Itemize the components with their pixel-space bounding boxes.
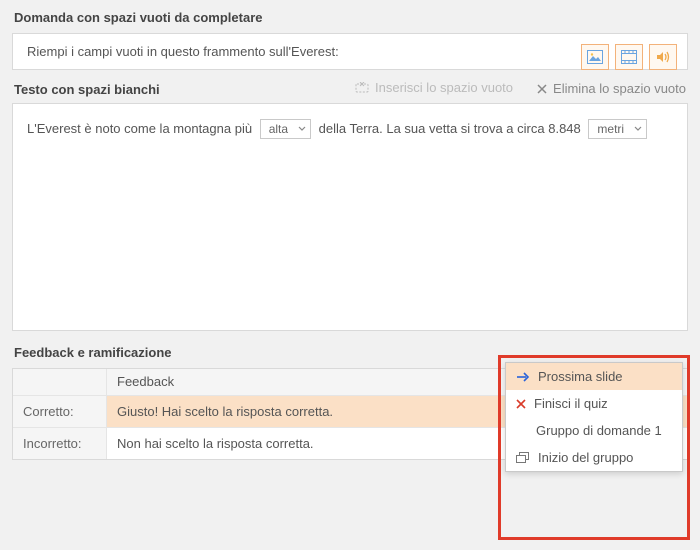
dropdown-item-next-slide[interactable]: Prossima slide	[506, 363, 682, 390]
add-audio-button[interactable]	[649, 44, 677, 70]
text-fragment: della Terra. La sua vetta si trova a cir…	[319, 121, 545, 136]
question-text[interactable]: Riempi i campi vuoti in questo frammento…	[27, 44, 673, 59]
image-icon	[587, 50, 603, 64]
header-feedback-col: Feedback	[107, 369, 509, 395]
chevron-down-icon	[298, 126, 306, 132]
delete-blank-label: Elimina lo spazio vuoto	[553, 81, 686, 96]
slides-icon	[516, 452, 530, 464]
row-label: Corretto:	[13, 396, 107, 427]
video-icon	[621, 50, 637, 64]
chevron-down-icon	[634, 126, 642, 132]
dropdown-item-group-1[interactable]: Gruppo di domande 1	[506, 417, 682, 444]
text-fragment: L'Everest è noto come la montagna più	[27, 121, 252, 136]
branch-dropdown: Prossima slide Finisci il quiz Gruppo di…	[505, 362, 683, 472]
media-buttons	[581, 44, 677, 70]
blank-select-1[interactable]: alta	[260, 119, 311, 139]
audio-icon	[655, 50, 671, 64]
question-section-title: Domanda con spazi vuoti da completare	[0, 0, 700, 33]
feedback-text-incorrect[interactable]: Non hai scelto la risposta corretta.	[107, 428, 509, 459]
insert-blank-label: Inserisci lo spazio vuoto	[375, 80, 513, 95]
feedback-text-correct[interactable]: Giusto! Hai scelto la risposta corretta.	[107, 396, 509, 427]
delete-blank-button[interactable]: Elimina lo spazio vuoto	[537, 81, 686, 96]
text-fragment: 8.848	[548, 121, 581, 136]
close-icon	[537, 84, 547, 94]
insert-blank-icon	[355, 82, 369, 94]
dropdown-item-finish-quiz[interactable]: Finisci il quiz	[506, 390, 682, 417]
question-panel: Riempi i campi vuoti in questo frammento…	[12, 33, 688, 70]
dropdown-item-group-start[interactable]: Inizio del gruppo	[506, 444, 682, 471]
close-icon	[516, 399, 526, 409]
add-image-button[interactable]	[581, 44, 609, 70]
insert-blank-button[interactable]: Inserisci lo spazio vuoto	[355, 80, 513, 95]
blank-select-2[interactable]: metri	[588, 119, 647, 139]
arrow-right-icon	[516, 372, 530, 382]
add-video-button[interactable]	[615, 44, 643, 70]
blanks-section-title: Testo con spazi bianchi	[14, 82, 331, 97]
row-label: Incorretto:	[13, 428, 107, 459]
header-label-col	[13, 369, 107, 395]
blanks-text-panel[interactable]: L'Everest è noto come la montagna più al…	[12, 103, 688, 331]
